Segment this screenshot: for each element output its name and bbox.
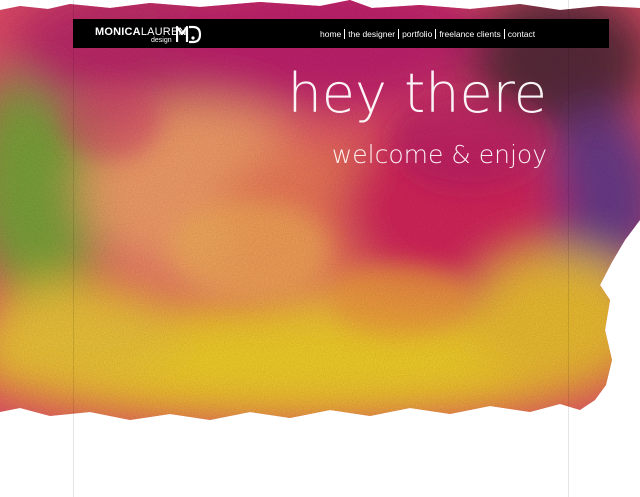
nav-item-portfolio[interactable]: portfolio [399,29,435,39]
logo-wordmark: MONICALAUREN [95,27,187,38]
layout-guide-right [568,0,569,497]
md-monogram-icon [176,25,202,44]
page: MONICALAUREN design home the designer po… [0,0,640,497]
site-header: MONICALAUREN design home the designer po… [73,19,609,48]
nav-item-freelance-clients[interactable]: freelance clients [436,29,503,39]
logo-tagline: design [151,37,172,44]
main-nav: home the designer portfolio freelance cl… [317,19,538,48]
nav-item-contact[interactable]: contact [505,29,538,39]
layout-guide-left [73,0,74,497]
nav-item-home[interactable]: home [317,29,344,39]
hero-subtitle: welcome & enjoy [331,140,547,169]
logo-name-first: MONICA [95,26,141,38]
nav-item-the-designer[interactable]: the designer [345,29,398,39]
hero-title: hey there [287,62,547,125]
